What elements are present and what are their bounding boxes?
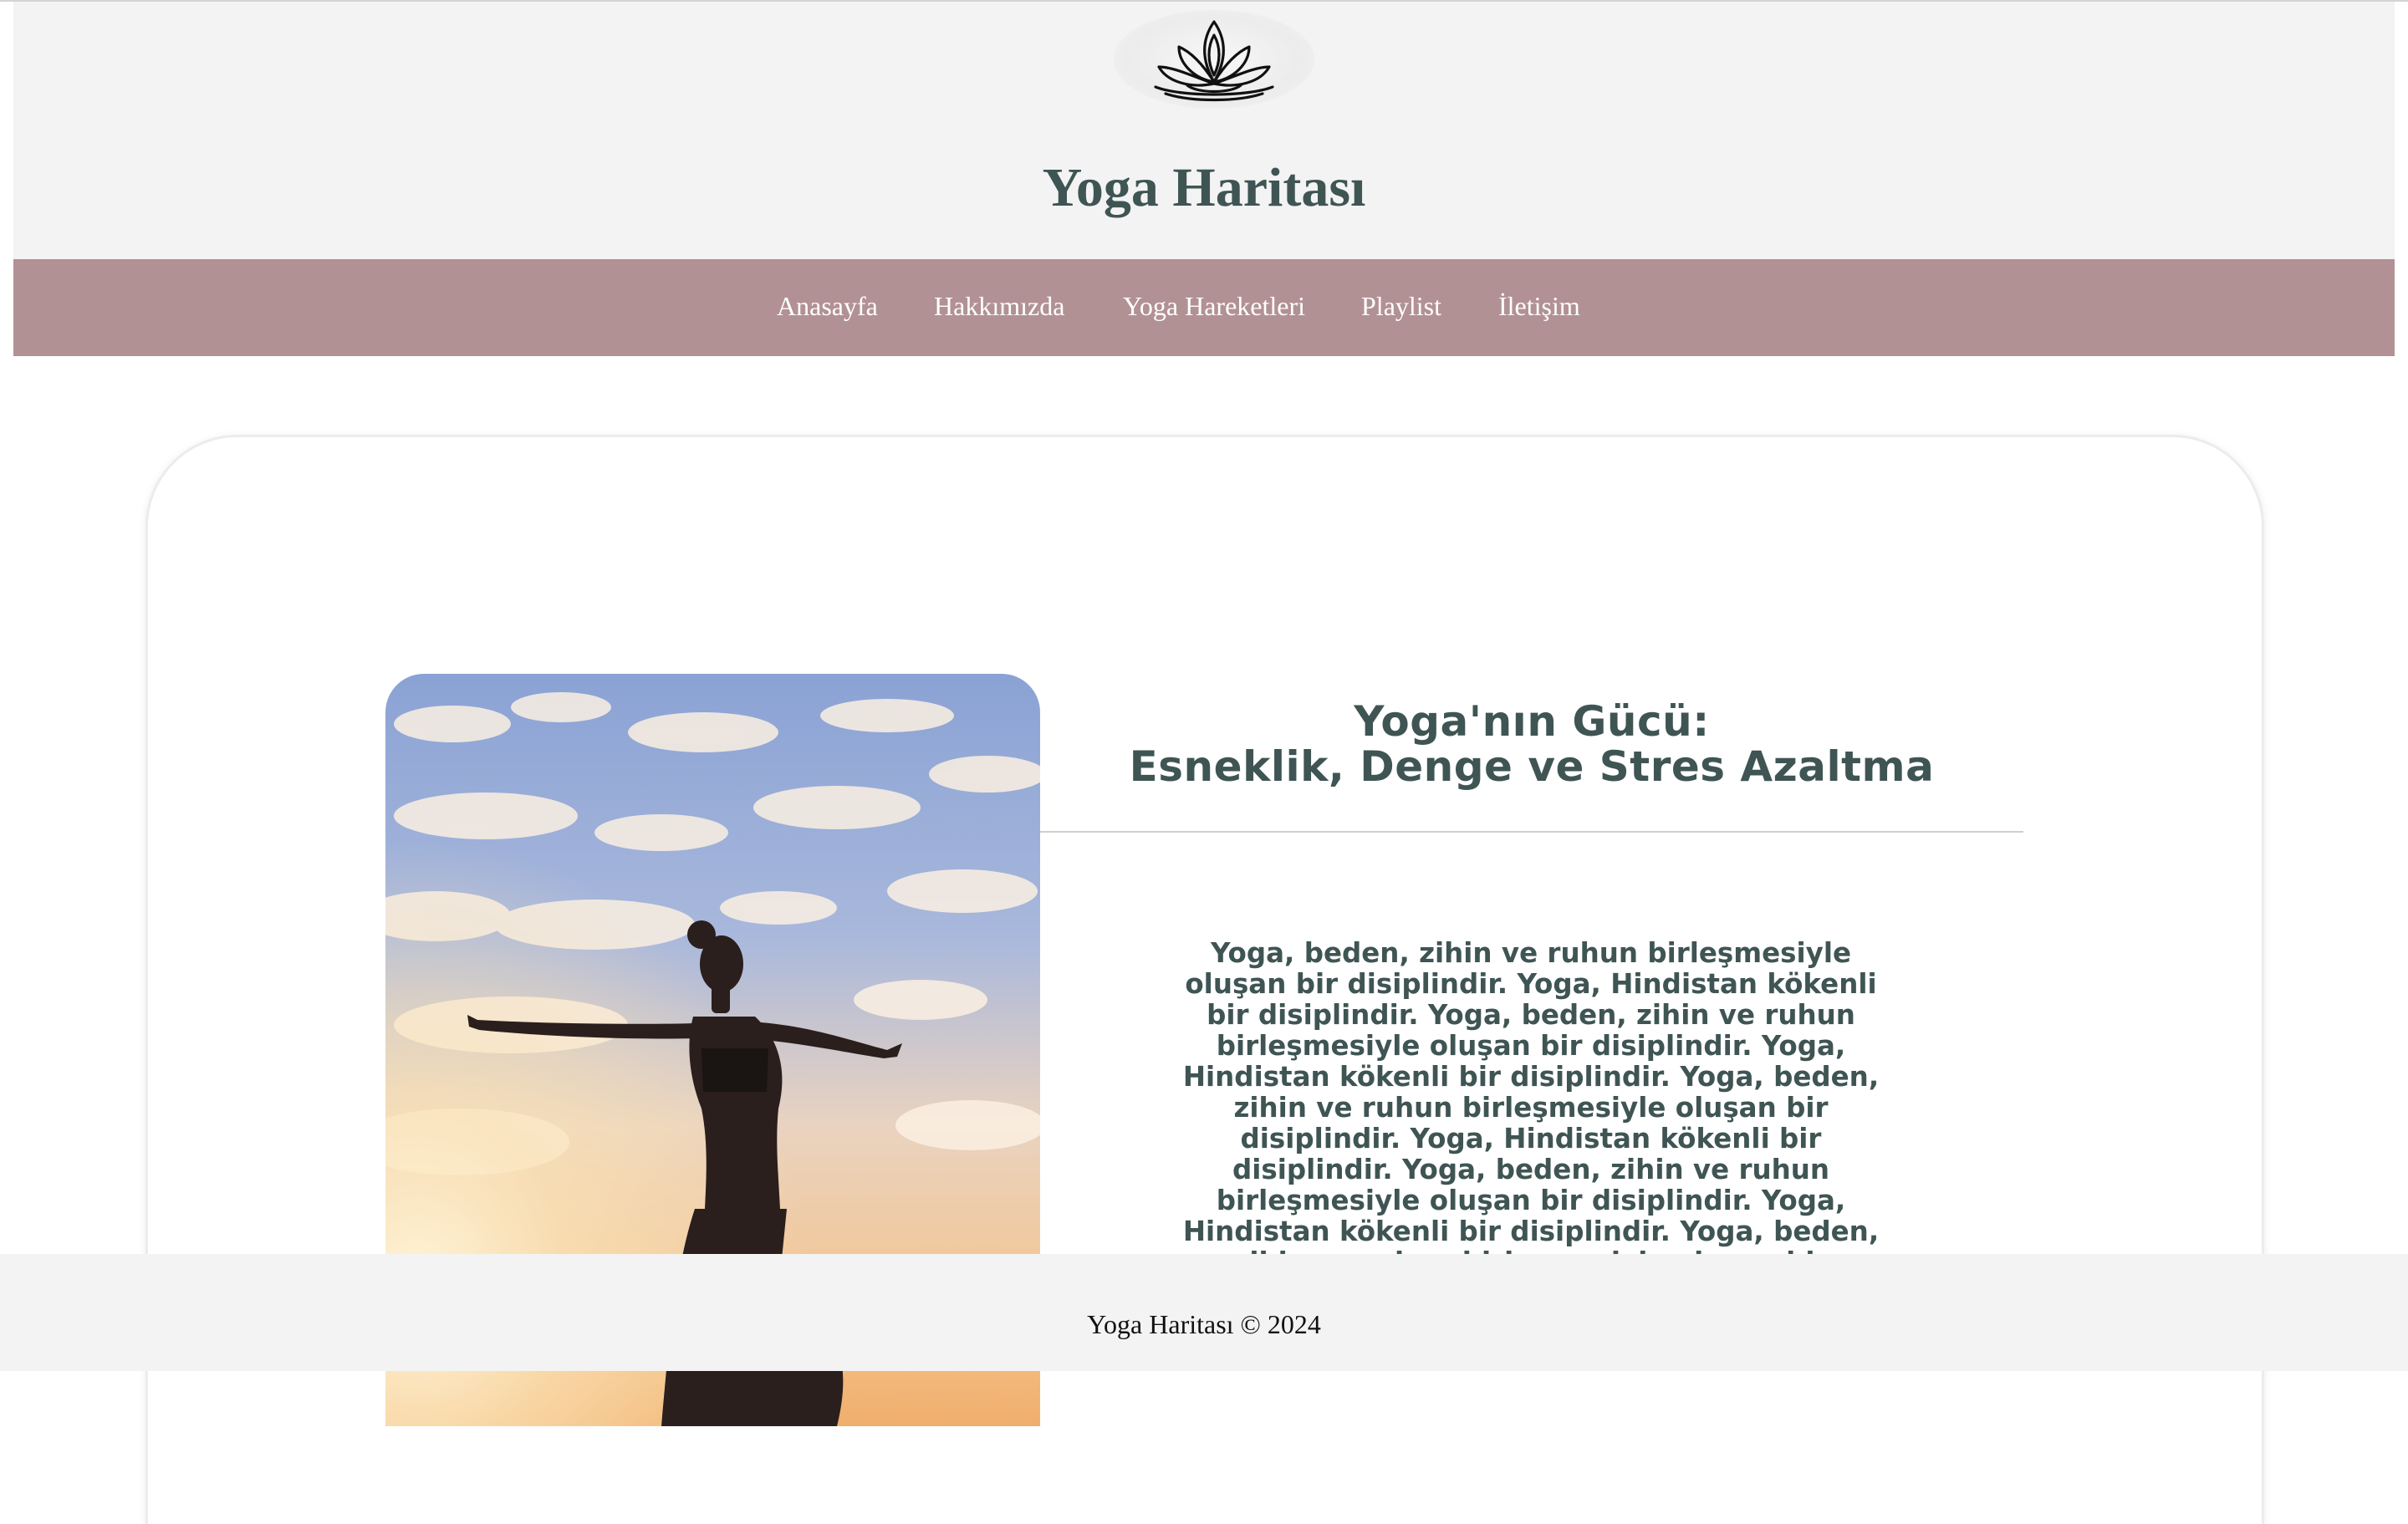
- nav-item-about[interactable]: Hakkımızda: [934, 291, 1064, 322]
- lotus-icon: [1154, 20, 1274, 102]
- site-footer: Yoga Haritası © 2024: [0, 1254, 2408, 1371]
- nav-item-yoga-moves[interactable]: Yoga Hareketleri: [1123, 291, 1305, 322]
- nav-item-playlist[interactable]: Playlist: [1361, 291, 1441, 322]
- logo[interactable]: [1114, 10, 1314, 109]
- nav-item-contact[interactable]: İletişim: [1498, 291, 1580, 322]
- section-title-line1: Yoga'nın Gücü:: [1354, 697, 1710, 746]
- main-nav: Anasayfa Hakkımızda Yoga Hareketleri Pla…: [13, 259, 2395, 356]
- section-title-line2: Esneklik, Denge ve Stres Azaltma: [1129, 742, 1935, 791]
- section-title: Yoga'nın Gücü: Esneklik, Denge ve Stres …: [1040, 699, 2023, 789]
- site-header: Yoga Haritası: [13, 2, 2395, 259]
- nav-item-home[interactable]: Anasayfa: [777, 291, 878, 322]
- site-title: Yoga Haritası: [1042, 157, 1366, 218]
- footer-copyright: Yoga Haritası © 2024: [1087, 1309, 1321, 1339]
- section-divider: [1040, 831, 2023, 833]
